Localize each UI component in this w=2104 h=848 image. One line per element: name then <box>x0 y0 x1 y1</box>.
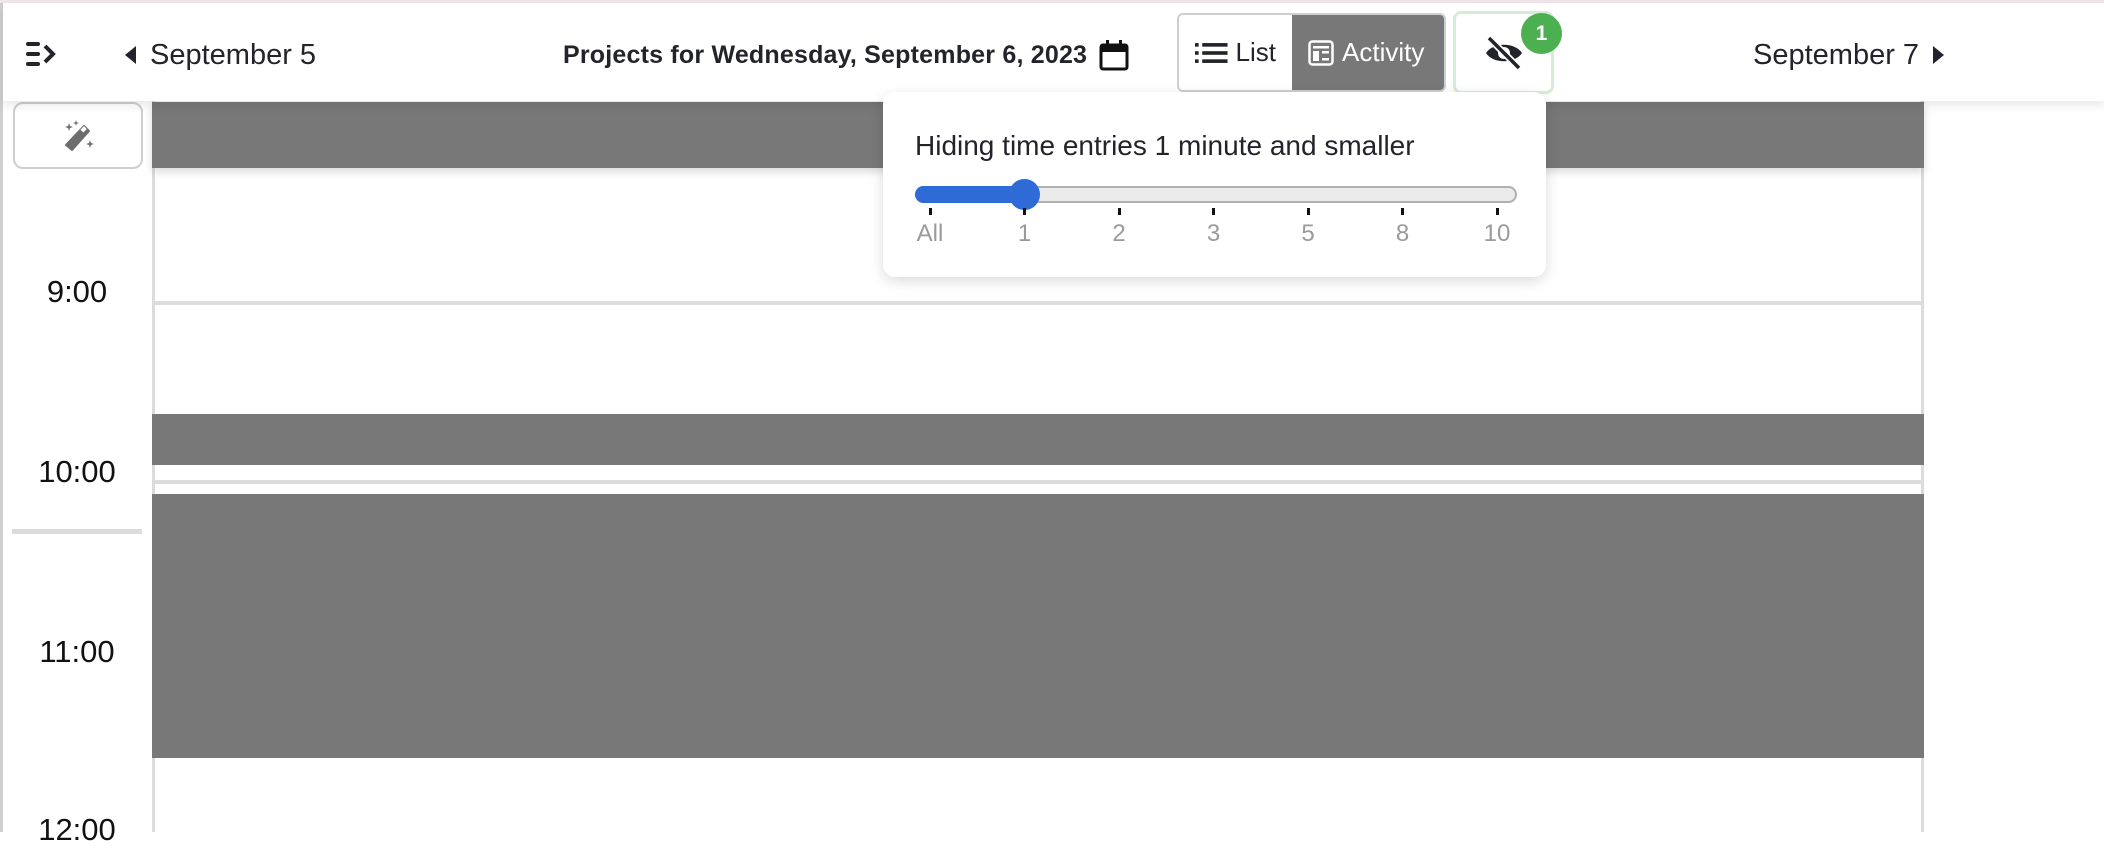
next-day-button[interactable]: September 7 <box>1753 35 1945 75</box>
caret-right-icon <box>1933 46 1945 64</box>
eye-slash-icon <box>1485 35 1522 70</box>
time-label: 11:00 <box>39 634 115 669</box>
hide-entries-popover: Hiding time entries 1 minute and smaller… <box>883 92 1546 277</box>
time-entry[interactable] <box>152 494 1924 758</box>
slider-tick-label[interactable]: 1 <box>1018 220 1031 248</box>
slider-tick <box>1023 208 1026 215</box>
slider-tick-label[interactable]: 2 <box>1112 220 1125 248</box>
current-time-indicator <box>12 529 142 534</box>
page-title-wrap: Projects for Wednesday, September 6, 202… <box>563 35 1129 75</box>
slider-tick <box>1495 208 1499 215</box>
list-icon <box>1195 42 1228 63</box>
list-view-label: List <box>1235 37 1276 67</box>
hidden-count-badge: 1 <box>1521 13 1562 54</box>
slider-tick-label[interactable]: 5 <box>1301 220 1314 248</box>
next-day-label: September 7 <box>1753 38 1920 71</box>
slider-tick <box>928 208 932 215</box>
slider-tick <box>1401 208 1404 215</box>
header-bar: September 5 Projects for Wednesday, Sept… <box>3 3 2104 101</box>
previous-day-button[interactable]: September 5 <box>125 35 316 75</box>
slider-tick-label[interactable]: 3 <box>1207 220 1220 248</box>
activity-view-label: Activity <box>1342 37 1425 67</box>
time-label: 10:00 <box>38 454 116 489</box>
hour-divider <box>155 480 1921 484</box>
calendar-icon[interactable] <box>1099 39 1129 71</box>
slider-tick <box>1306 208 1310 215</box>
slider-tick-label[interactable]: 8 <box>1396 220 1409 248</box>
time-entry[interactable] <box>152 414 1924 465</box>
hour-divider <box>155 301 1921 305</box>
slider-tick-label[interactable]: All <box>917 220 944 248</box>
page-title: Projects for Wednesday, September 6, 202… <box>563 40 1088 69</box>
time-label: 12:00 <box>38 812 116 847</box>
caret-left-icon <box>125 46 136 64</box>
min-duration-slider-thumb[interactable] <box>1009 179 1040 210</box>
slider-tick <box>1212 208 1215 215</box>
magic-wand-icon <box>65 119 94 151</box>
left-border <box>0 3 3 832</box>
time-label: 9:00 <box>46 274 108 309</box>
slider-tick-label[interactable]: 10 <box>1484 220 1511 248</box>
auto-fill-button[interactable] <box>13 102 143 169</box>
view-toggle-group: List Activity <box>1177 13 1446 92</box>
activity-view-button[interactable]: Activity <box>1292 15 1444 90</box>
previous-day-label: September 5 <box>150 38 317 71</box>
list-view-button[interactable]: List <box>1179 15 1292 90</box>
activity-icon <box>1308 39 1334 66</box>
slider-tick <box>1117 208 1121 215</box>
collapse-sidebar-button[interactable] <box>26 41 58 67</box>
popover-message: Hiding time entries 1 minute and smaller <box>915 130 1415 161</box>
collapse-sidebar-icon <box>26 42 56 66</box>
